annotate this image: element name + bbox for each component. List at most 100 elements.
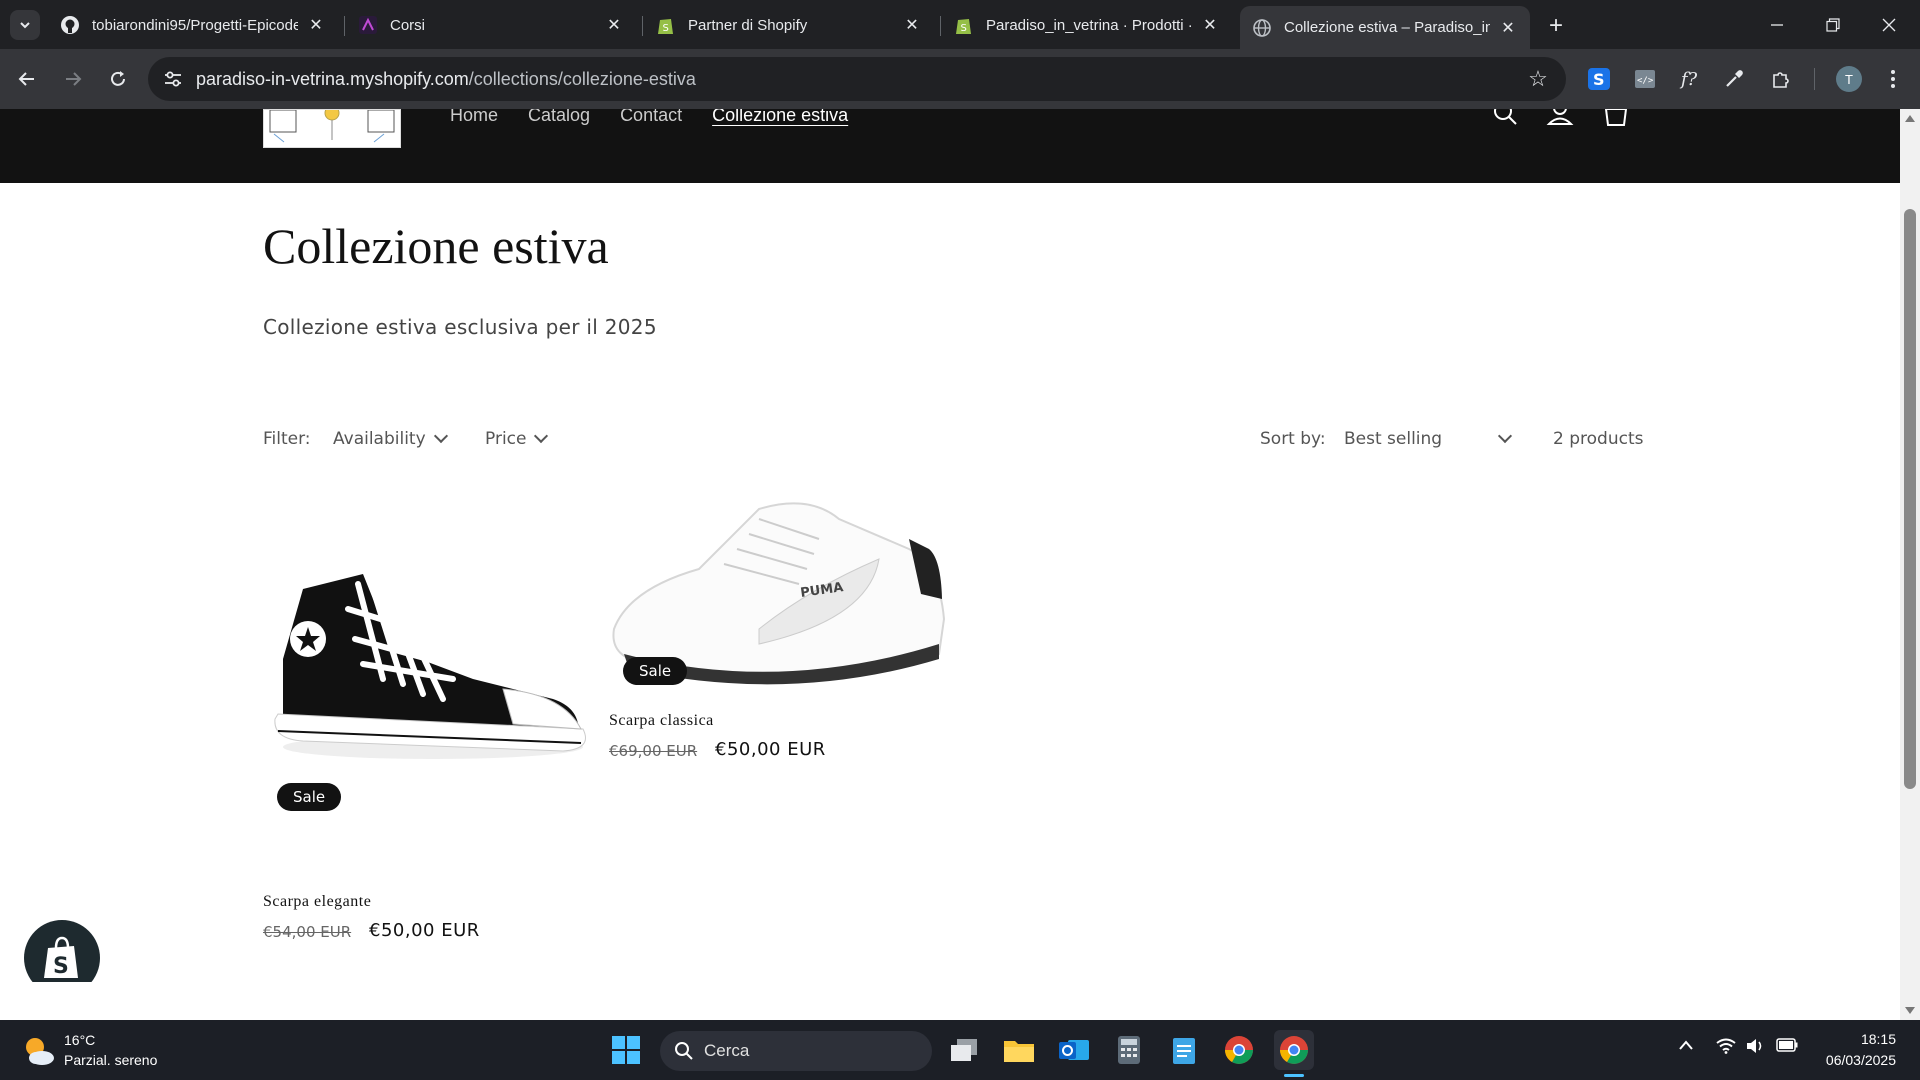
eyedropper-icon[interactable] xyxy=(1719,64,1749,94)
page-viewport: Home Catalog Contact Collezione estiva C… xyxy=(0,109,1900,982)
close-window-button[interactable] xyxy=(1861,0,1917,49)
cart-icon[interactable] xyxy=(1601,109,1631,129)
svg-text:S: S xyxy=(1593,70,1605,89)
sort-label: Sort by: xyxy=(1260,429,1326,449)
extension-s-icon[interactable]: S xyxy=(1584,64,1614,94)
shopify-bag-icon: S xyxy=(44,936,78,979)
tab-title: tobiarondini95/Progetti-Epicode xyxy=(92,16,298,34)
product-card[interactable]: PUMA Sale Scarpa classica €69,00 EUR €50… xyxy=(609,489,949,889)
code-extension-icon[interactable]: </> xyxy=(1630,64,1660,94)
more-menu-icon[interactable] xyxy=(1878,64,1908,94)
chevron-up-icon xyxy=(1679,1040,1693,1050)
chrome-profile-button[interactable] xyxy=(1219,1030,1259,1070)
store-logo[interactable] xyxy=(263,109,401,148)
minimize-button[interactable] xyxy=(1749,0,1805,49)
calculator-button[interactable] xyxy=(1109,1030,1149,1070)
store-header: Home Catalog Contact Collezione estiva xyxy=(0,109,1900,183)
chrome-active-button[interactable] xyxy=(1274,1030,1314,1070)
tab-title: Corsi xyxy=(390,16,426,34)
chevron-down-icon xyxy=(534,428,549,444)
extensions-puzzle-icon[interactable] xyxy=(1766,64,1796,94)
svg-text:</>: </> xyxy=(1637,76,1654,86)
product-name[interactable]: Scarpa classica xyxy=(609,712,714,730)
chevron-down-icon xyxy=(1497,428,1513,444)
filter-price[interactable]: Price xyxy=(485,428,549,449)
search-icon[interactable] xyxy=(1490,109,1520,129)
forward-button[interactable] xyxy=(58,64,88,94)
product-price: €50,00 EUR xyxy=(369,920,480,941)
tab-search-button[interactable] xyxy=(10,10,40,40)
product-card[interactable]: Sale Scarpa elegante €54,00 EUR €50,00 E… xyxy=(263,529,593,982)
product-name[interactable]: Scarpa elegante xyxy=(263,893,371,911)
nav-contact[interactable]: Contact xyxy=(620,109,682,126)
nav-catalog[interactable]: Catalog xyxy=(528,109,590,126)
globe-icon xyxy=(1252,18,1272,38)
chrome-icon xyxy=(1225,1036,1253,1064)
collection-title: Collezione estiva xyxy=(263,218,609,274)
notepad-button[interactable] xyxy=(1164,1030,1204,1070)
product-compare-price: €54,00 EUR xyxy=(263,923,352,941)
tab-title: Paradiso_in_vetrina · Prodotti · Shopify xyxy=(986,16,1192,34)
tab-divider xyxy=(344,16,345,36)
sort-value: Best selling xyxy=(1344,429,1443,449)
close-icon[interactable]: ✕ xyxy=(1200,15,1220,35)
store-nav: Home Catalog Contact Collezione estiva xyxy=(450,109,848,126)
shopify-fab-button[interactable]: S xyxy=(24,920,100,982)
close-icon[interactable]: ✕ xyxy=(1498,18,1518,38)
product-image-high-top-sneaker[interactable] xyxy=(263,529,593,789)
arrow-right-icon xyxy=(66,72,82,86)
new-tab-button[interactable]: + xyxy=(1542,12,1570,40)
restore-button[interactable] xyxy=(1805,0,1861,49)
scroll-thumb[interactable] xyxy=(1904,209,1916,789)
close-icon[interactable]: ✕ xyxy=(306,15,326,35)
sort-select[interactable]: Best selling xyxy=(1344,428,1513,449)
page-scrollbar[interactable] xyxy=(1900,109,1920,1020)
weather-description: Parzial. sereno xyxy=(64,1052,158,1068)
scroll-up-arrow-icon[interactable] xyxy=(1905,115,1915,122)
tab-title: Collezione estiva – Paradiso_in_vetrina xyxy=(1284,19,1490,36)
outlook-icon xyxy=(1059,1040,1089,1060)
close-icon[interactable]: ✕ xyxy=(902,15,922,35)
battery-icon[interactable] xyxy=(1776,1038,1798,1057)
scroll-down-arrow-icon[interactable] xyxy=(1905,1007,1915,1014)
restore-icon xyxy=(1826,17,1840,32)
volume-icon[interactable] xyxy=(1746,1038,1764,1059)
taskbar-search-placeholder: Cerca xyxy=(704,1041,750,1060)
start-button[interactable] xyxy=(606,1030,646,1070)
tab-corsi[interactable]: Corsi ✕ xyxy=(346,6,636,44)
weather-partly-cloudy-icon[interactable] xyxy=(22,1034,56,1068)
clock-date[interactable]: 06/03/2025 xyxy=(1826,1052,1896,1068)
github-icon xyxy=(60,15,80,35)
bookmark-star-icon[interactable]: ☆ xyxy=(1526,67,1550,91)
taskbar-search[interactable]: Cerca xyxy=(660,1031,932,1071)
tab-shopify-partner[interactable]: S Partner di Shopify ✕ xyxy=(644,6,934,44)
browser-tab-bar: tobiarondini95/Progetti-Epicode ✕ Corsi … xyxy=(0,0,1920,49)
address-bar[interactable]: paradiso-in-vetrina.myshopify.com/collec… xyxy=(148,57,1566,101)
reload-button[interactable] xyxy=(103,64,133,94)
clock-time[interactable]: 18:15 xyxy=(1861,1031,1896,1047)
tab-collezione-estiva[interactable]: Collezione estiva – Paradiso_in_vetrina … xyxy=(1240,6,1530,49)
show-hidden-icons-button[interactable] xyxy=(1678,1038,1694,1056)
wifi-icon[interactable] xyxy=(1716,1038,1736,1059)
task-view-button[interactable] xyxy=(944,1030,984,1070)
notepad-icon xyxy=(1173,1038,1195,1064)
nav-collezione-estiva[interactable]: Collezione estiva xyxy=(712,109,848,126)
nav-home[interactable]: Home xyxy=(450,109,498,126)
back-button[interactable] xyxy=(12,64,42,94)
search-icon xyxy=(675,1042,693,1060)
course-icon xyxy=(358,15,378,35)
product-price: €50,00 EUR xyxy=(715,739,826,760)
task-view-icon xyxy=(951,1039,977,1061)
chrome-icon xyxy=(1280,1036,1308,1064)
font-extension-icon[interactable]: f? xyxy=(1674,64,1704,94)
sale-badge: Sale xyxy=(277,783,342,811)
profile-avatar[interactable]: T xyxy=(1836,66,1862,92)
account-icon[interactable] xyxy=(1545,109,1575,129)
filter-availability[interactable]: Availability xyxy=(333,428,448,449)
site-settings-icon[interactable] xyxy=(162,68,184,90)
tab-github[interactable]: tobiarondini95/Progetti-Epicode ✕ xyxy=(48,6,338,44)
file-explorer-button[interactable] xyxy=(999,1030,1039,1070)
close-icon[interactable]: ✕ xyxy=(604,15,624,35)
tab-shopify-products[interactable]: S Paradiso_in_vetrina · Prodotti · Shopi… xyxy=(942,6,1232,44)
outlook-button[interactable] xyxy=(1054,1030,1094,1070)
